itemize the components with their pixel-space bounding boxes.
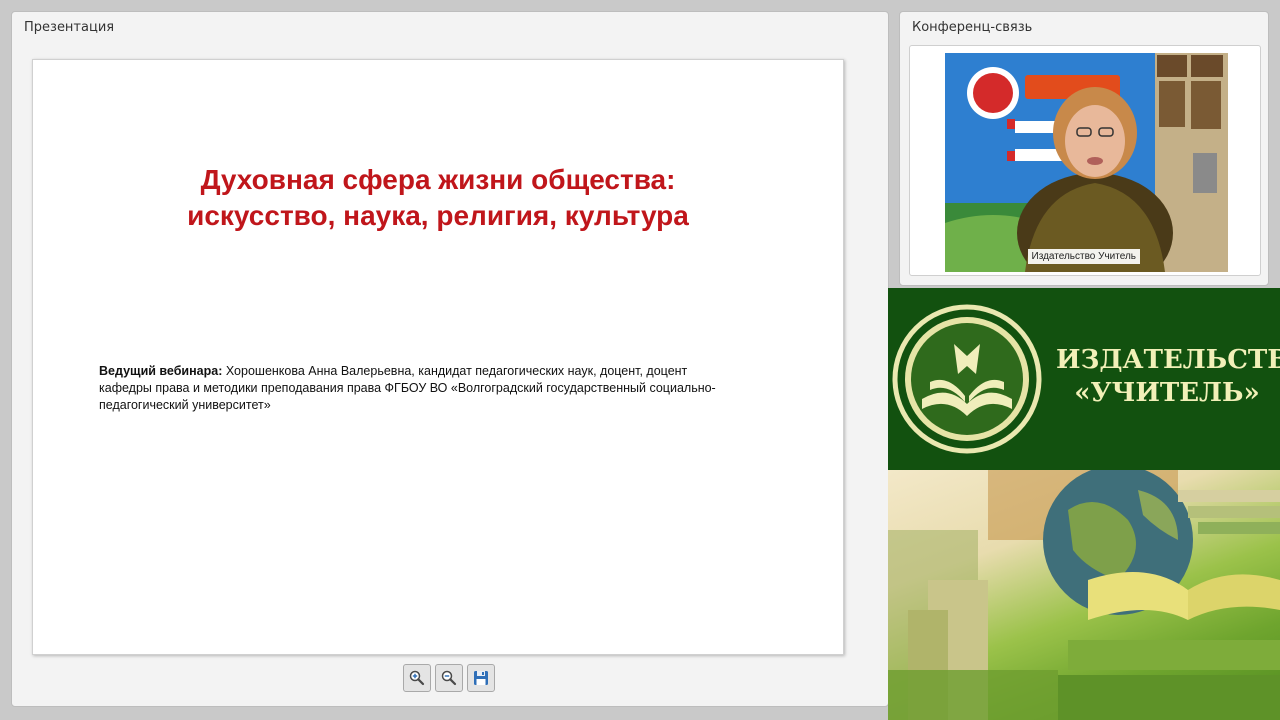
slide-title-line-2: искусство, наука, религия, культура (187, 200, 689, 231)
zoom-out-button[interactable] (435, 664, 463, 692)
slide-presenter-info: Ведущий вебинара: Хорошенкова Анна Валер… (99, 363, 779, 414)
floppy-disk-icon (474, 671, 488, 685)
participant-name-label: Издательство Учитель (1027, 249, 1140, 264)
conference-panel-title: Конференц-связь (912, 20, 1033, 35)
promo-brand-text: ИЗДАТЕЛЬСТВО «УЧИТЕЛЬ» (1056, 344, 1280, 410)
presentation-panel: Презентация Духовная сфера жизни обществ… (11, 11, 889, 707)
save-button[interactable] (467, 664, 495, 692)
publisher-logo-icon (892, 304, 1042, 454)
conference-panel: Конференц-связь Издательство Учитель (899, 11, 1269, 286)
promo-brand-line-2: «УЧИТЕЛЬ» (1074, 378, 1260, 408)
zoom-out-icon (441, 670, 457, 686)
promo-brand-line-1: ИЗДАТЕЛЬСТВО (1056, 345, 1280, 375)
presenter-text-3: педагогический университет» (99, 398, 271, 412)
video-frame: Издательство Учитель (909, 45, 1261, 276)
presenter-text-2: кафедры права и методики преподавания пр… (99, 381, 716, 395)
slide-title-line-1: Духовная сфера жизни общества: (200, 164, 676, 195)
presenter-label: Ведущий вебинара: (99, 364, 223, 378)
promo-brand-banner: ИЗДАТЕЛЬСТВО «УЧИТЕЛЬ» (888, 288, 1280, 470)
promo-books-image (888, 470, 1280, 720)
slide: Духовная сфера жизни общества: искусство… (32, 59, 844, 655)
zoom-in-icon (409, 670, 425, 686)
webcam-video[interactable]: Издательство Учитель (945, 53, 1228, 272)
publisher-promo: ИЗДАТЕЛЬСТВО «УЧИТЕЛЬ» (888, 288, 1280, 720)
slide-title: Духовная сфера жизни общества: искусство… (33, 162, 843, 234)
books-globe-illustration (888, 470, 1280, 720)
presenter-text-1: Хорошенкова Анна Валерьевна, кандидат пе… (225, 364, 688, 378)
presentation-panel-title: Презентация (24, 20, 115, 35)
zoom-in-button[interactable] (403, 664, 431, 692)
presenter-line-1: Ведущий вебинара: Хорошенкова Анна Валер… (99, 363, 779, 380)
webcam-scene (945, 53, 1228, 272)
